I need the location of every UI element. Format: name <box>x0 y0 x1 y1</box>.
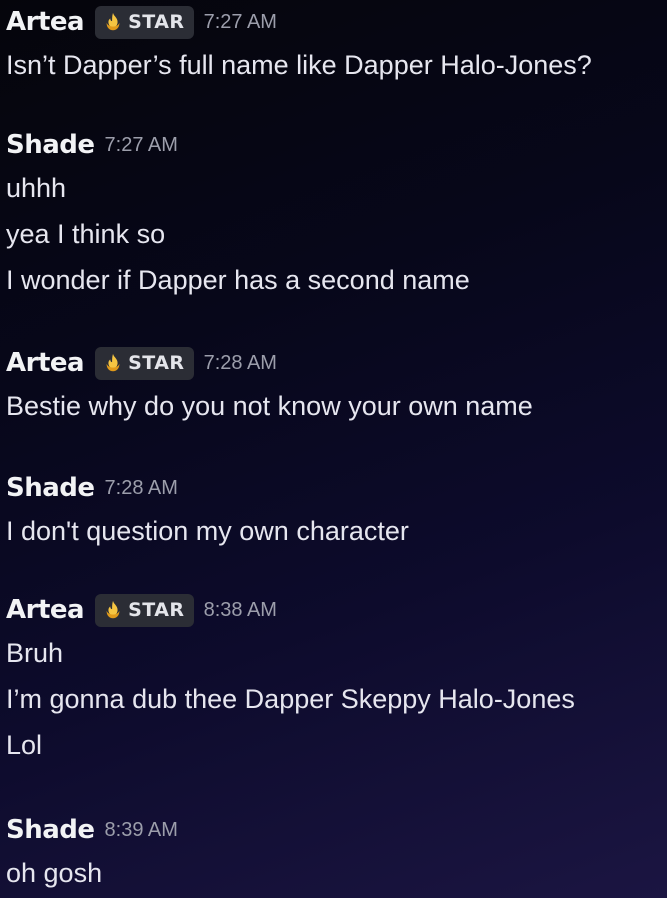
message-header: Shade 8:39 AM <box>6 810 667 850</box>
message-group: Shade 7:28 AM I don't question my own ch… <box>6 468 667 554</box>
server-tag[interactable]: STAR <box>95 593 194 627</box>
timestamp[interactable]: 8:38 AM <box>204 599 277 622</box>
author-name[interactable]: Artea <box>6 348 85 378</box>
message-header: Artea STAR 8:38 AM <box>6 590 667 630</box>
message-group: Shade 7:27 AM uhhh yea I think so I wond… <box>6 125 667 303</box>
message-text: Bestie why do you not know your own name <box>6 391 533 421</box>
server-tag-label: STAR <box>128 599 185 621</box>
timestamp[interactable]: 7:27 AM <box>204 11 277 34</box>
message-text: Bruh <box>6 638 64 668</box>
timestamp[interactable]: 8:39 AM <box>105 819 178 842</box>
message-header: Artea STAR 7:27 AM <box>6 2 667 42</box>
message-group: Artea STAR 7:28 AM Bestie why do you not… <box>6 343 667 429</box>
message-text: oh gosh <box>6 858 103 888</box>
message-text: I wonder if Dapper has a second name <box>6 265 470 295</box>
server-tag-label: STAR <box>128 11 185 33</box>
star-fire-icon <box>106 353 120 372</box>
server-tag-label: STAR <box>128 352 185 374</box>
message-text: uhhh <box>6 173 67 203</box>
author-name[interactable]: Artea <box>6 595 85 625</box>
author-name[interactable]: Shade <box>6 473 95 503</box>
star-fire-icon <box>106 12 120 31</box>
message-text: Isn’t Dapper’s full name like Dapper Hal… <box>6 50 592 80</box>
server-tag[interactable]: STAR <box>95 346 194 380</box>
author-name[interactable]: Shade <box>6 130 95 160</box>
chat-message-list: Artea STAR 7:27 AM Isn’t Dapper’s full n… <box>0 0 667 898</box>
message-text: I’m gonna dub thee Dapper Skeppy Halo-Jo… <box>6 684 575 714</box>
author-name[interactable]: Shade <box>6 815 95 845</box>
star-fire-icon <box>106 600 120 619</box>
message-group: Artea STAR 7:27 AM Isn’t Dapper’s full n… <box>6 2 667 88</box>
message-text: I don't question my own character <box>6 516 409 546</box>
message-group: Shade 8:39 AM oh gosh <box>6 810 667 896</box>
message-header: Shade 7:28 AM <box>6 468 667 508</box>
author-name[interactable]: Artea <box>6 7 85 37</box>
message-header: Shade 7:27 AM <box>6 125 667 165</box>
message-text: yea I think so <box>6 219 166 249</box>
timestamp[interactable]: 7:27 AM <box>105 134 178 157</box>
message-header: Artea STAR 7:28 AM <box>6 343 667 383</box>
timestamp[interactable]: 7:28 AM <box>105 477 178 500</box>
message-group: Artea STAR 8:38 AM Bruh I’m gonna dub th… <box>6 590 667 768</box>
message-text: Lol <box>6 730 43 760</box>
timestamp[interactable]: 7:28 AM <box>204 352 277 375</box>
server-tag[interactable]: STAR <box>95 5 194 39</box>
